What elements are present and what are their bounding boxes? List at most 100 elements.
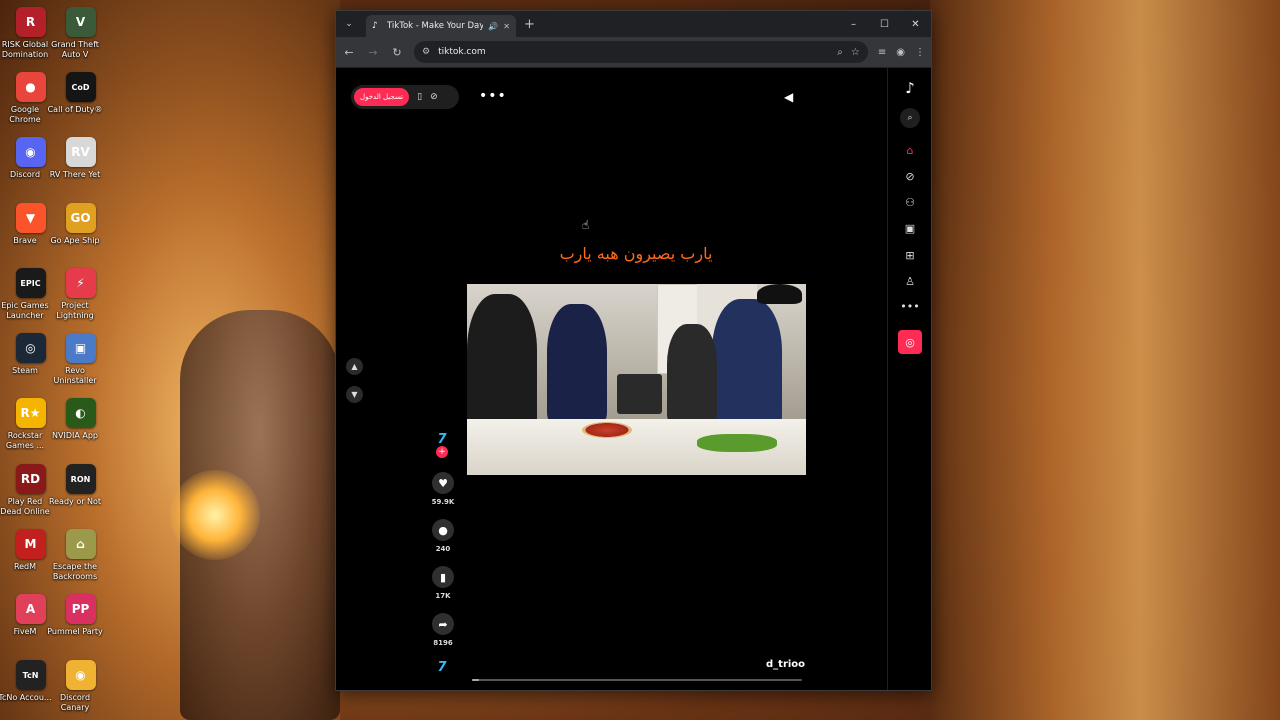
comment-icon[interactable]: ● xyxy=(432,519,454,541)
browser-menu-icon[interactable]: ⋮ xyxy=(915,47,925,58)
pummel-icon: PP xyxy=(65,594,96,624)
media-controls-icon[interactable]: ≡ xyxy=(878,47,886,58)
desktop-icon-label: RISK Global Domination xyxy=(1,40,49,59)
previous-video-button[interactable]: ▲ xyxy=(346,358,363,375)
rockstar-icon: R★ xyxy=(15,398,46,428)
desktop-icon-label: Project Lightning xyxy=(56,301,94,320)
backrooms-icon: ⌂ xyxy=(65,529,96,559)
url-text: tiktok.com xyxy=(438,47,486,57)
volume-icon[interactable]: ◀ xyxy=(784,90,793,104)
live-icon[interactable]: ▣ xyxy=(900,218,920,238)
video-progress-bar[interactable] xyxy=(472,679,802,681)
site-info-icon[interactable]: ⚙ xyxy=(422,47,430,57)
next-video-button[interactable]: ▼ xyxy=(346,386,363,403)
goapeship-icon: GO xyxy=(65,203,96,233)
desktop-icon[interactable]: A FiveM xyxy=(0,594,51,656)
follow-plus-icon[interactable]: + xyxy=(436,446,448,458)
desktop-icon[interactable]: ◉ Discord Canary xyxy=(49,660,101,720)
risk-icon: R xyxy=(15,7,46,37)
tab-close-icon[interactable]: ✕ xyxy=(503,22,510,31)
home-icon[interactable]: ⌂ xyxy=(900,140,920,160)
desktop-icon[interactable]: TcN TcNo Accou... xyxy=(0,660,52,720)
address-bar[interactable]: ⚙ tiktok.com ⌕ ☆ xyxy=(414,41,868,63)
desktop-icon[interactable]: ▣ Revo Uninstaller xyxy=(49,333,101,395)
reload-button[interactable]: ↻ xyxy=(390,46,404,59)
desktop-icon-label: NVIDIA App xyxy=(52,431,98,440)
video-player[interactable] xyxy=(467,284,806,475)
new-tab-button[interactable]: + xyxy=(524,17,535,32)
desktop-icon[interactable]: RON Ready or Not xyxy=(49,464,101,526)
share-icon[interactable]: ➦ xyxy=(432,613,454,635)
epic-icon: EPIC xyxy=(15,268,46,298)
device-icon[interactable]: ▯ xyxy=(417,92,422,102)
zoom-icon[interactable]: ⌕ xyxy=(837,47,843,58)
login-button[interactable]: تسجيل الدخول xyxy=(354,88,410,106)
desktop-icon[interactable]: ◐ NVIDIA App xyxy=(49,398,101,460)
forward-button[interactable]: → xyxy=(366,46,380,59)
desktop-icon-label: Revo Uninstaller xyxy=(53,366,97,385)
desktop-icon[interactable]: M RedM xyxy=(0,529,51,591)
desktop-icon[interactable]: RD Play Red Dead Online xyxy=(0,464,51,526)
desktop-icon[interactable]: R RISK Global Domination xyxy=(0,7,51,69)
desktop-icon[interactable]: ⌂ Escape the Backrooms xyxy=(49,529,101,591)
mouse-cursor-icon: ☝ xyxy=(582,218,590,232)
video-scene-pizza xyxy=(582,422,632,438)
profile-nav-icon[interactable]: ♙ xyxy=(900,271,920,291)
following-icon[interactable]: ⚇ xyxy=(900,192,920,212)
minimize-button[interactable]: – xyxy=(838,11,869,37)
video-scene-person-1 xyxy=(467,294,537,434)
save-action: ▮ 17K xyxy=(428,566,458,600)
bookmark-star-icon[interactable]: ☆ xyxy=(851,47,860,58)
desktop-icon[interactable]: ⚡ Project Lightning xyxy=(49,268,101,330)
desktop-icon[interactable]: CoD Call of Duty® xyxy=(48,72,102,134)
desktop-icons: R RISK Global Domination V Grand Theft Auto… xyxy=(0,0,110,720)
comment-action: ● 240 xyxy=(428,519,458,553)
maximize-button[interactable]: ☐ xyxy=(869,11,900,37)
video-progress-fill xyxy=(472,679,479,681)
desktop-icon[interactable]: R★ Rockstar Games ... xyxy=(0,398,51,460)
desktop-icon[interactable]: ◎ Steam xyxy=(0,333,51,395)
tiktok-logo-icon[interactable]: ♪ xyxy=(900,78,920,98)
music-disc-icon[interactable]: 7 xyxy=(431,656,453,678)
search-icon[interactable]: ⌕ xyxy=(900,108,920,128)
creator-username[interactable]: d_trioo xyxy=(766,659,805,670)
profile-icon[interactable]: ◉ xyxy=(896,47,905,58)
desktop-icon-label: RedM xyxy=(13,562,37,571)
wallpaper-flame xyxy=(170,470,260,560)
rv-icon: RV xyxy=(65,137,96,167)
app-promo-button[interactable]: ◎ xyxy=(898,330,922,354)
compass-icon[interactable]: ⊘ xyxy=(430,92,438,102)
tab-search-button[interactable]: ⌄ xyxy=(340,15,358,33)
desktop-icon-label: Ready or Not xyxy=(48,497,102,506)
tab-title: TikTok - Make Your Day xyxy=(387,21,484,31)
more-options-icon[interactable]: ••• xyxy=(479,88,507,104)
audio-playing-icon[interactable]: 🔊 xyxy=(488,22,498,31)
close-window-button[interactable]: ✕ xyxy=(900,11,931,37)
explore-icon[interactable]: ⊘ xyxy=(900,166,920,186)
desktop-icon-label: Rockstar Games ... xyxy=(5,431,45,450)
wallpaper-right xyxy=(930,0,1280,720)
desktop-icon-label: Brave xyxy=(13,236,37,245)
fivem-icon: A xyxy=(15,594,46,624)
browser-window: ⌄ ♪ TikTok - Make Your Day 🔊 ✕ + – ☐ ✕ ←… xyxy=(335,10,932,691)
upload-icon[interactable]: ⊞ xyxy=(900,245,920,265)
desktop-icon[interactable]: ◉ Discord xyxy=(0,137,51,199)
bookmark-icon[interactable]: ▮ xyxy=(432,566,454,588)
tab-tiktok[interactable]: ♪ TikTok - Make Your Day 🔊 ✕ xyxy=(366,15,516,37)
desktop-icon[interactable]: GO Go Ape Ship xyxy=(49,203,101,265)
top-action-pill: تسجيل الدخول ▯ ⊘ xyxy=(351,85,459,109)
desktop-icon[interactable]: RV RV There Yet xyxy=(49,137,101,199)
tcno-icon: TcN xyxy=(15,660,46,690)
desktop-icon[interactable]: ● Google Chrome xyxy=(0,72,51,134)
video-scene-person-4 xyxy=(667,324,717,424)
desktop-icon-label: RV There Yet xyxy=(49,170,101,179)
desktop-icon[interactable]: PP Pummel Party xyxy=(47,594,103,656)
desktop-icon[interactable]: V Grand Theft Auto V xyxy=(49,7,101,69)
more-nav-icon[interactable]: ••• xyxy=(900,296,920,316)
brave-icon: ▼ xyxy=(15,203,46,233)
back-button[interactable]: ← xyxy=(342,46,356,59)
heart-icon[interactable]: ♥ xyxy=(432,472,454,494)
chrome-icon: ● xyxy=(15,72,46,102)
desktop-icon[interactable]: ▼ Brave xyxy=(0,203,51,265)
desktop-icon[interactable]: EPIC Epic Games Launcher xyxy=(0,268,51,330)
